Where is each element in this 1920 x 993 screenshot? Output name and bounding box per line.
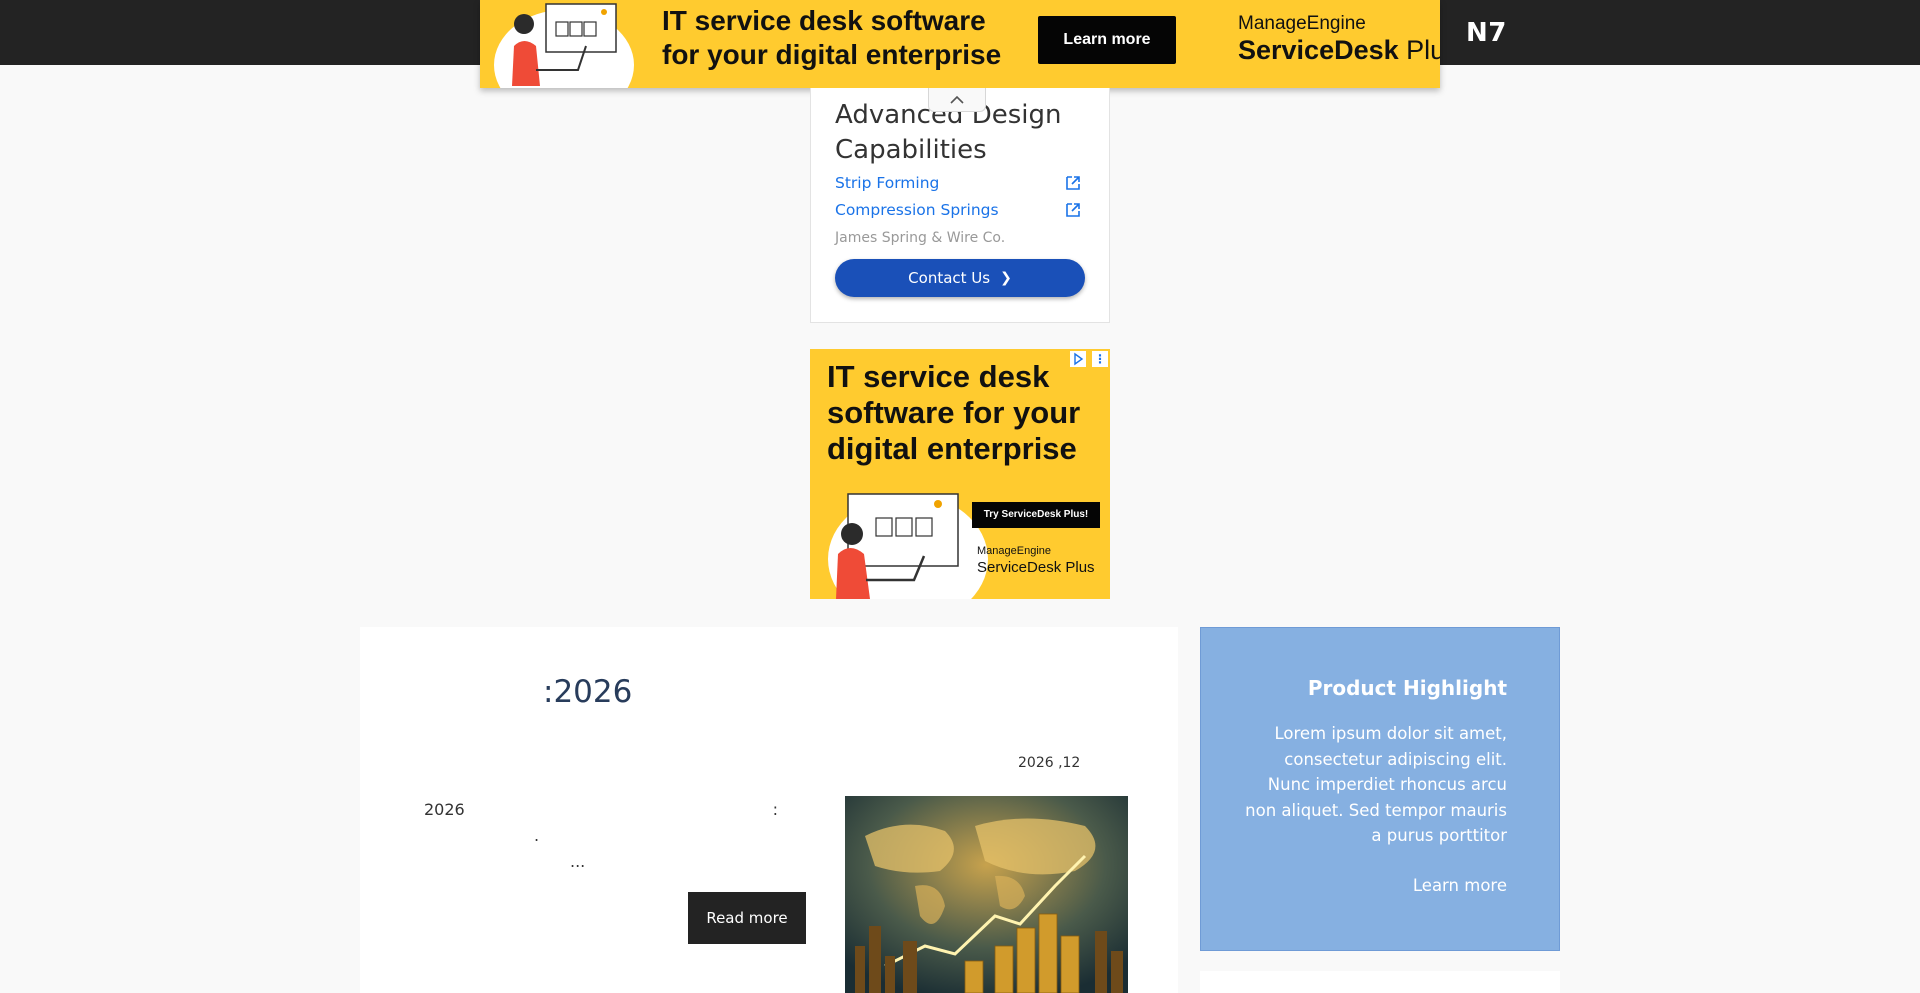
article-date: 2026 ,12 <box>1018 755 1081 771</box>
side-ad-headline-line2: software for your <box>827 395 1081 430</box>
site-logo[interactable]: N7 <box>1466 18 1507 48</box>
side-ad-headline: IT service desk software for your digita… <box>827 359 1097 467</box>
top-ad-headline-line1: IT service desk software <box>662 5 986 36</box>
top-ad-headline-line2: for your digital enterprise <box>662 39 1002 70</box>
advertiser-link-compression-springs[interactable]: Compression Springs <box>835 199 1081 221</box>
external-link-icon <box>1066 176 1080 190</box>
side-ad-brand: ManageEngine ServiceDesk Plus <box>977 545 1095 578</box>
top-ad-brand-name: ServiceDesk Plus <box>1238 34 1440 66</box>
excerpt-period: . <box>534 826 540 845</box>
gold-world-map-image <box>845 796 1128 993</box>
contact-us-button[interactable]: Contact Us ❯ <box>835 259 1085 297</box>
external-link-icon <box>1066 203 1080 217</box>
top-ad-brand: ManageEngine ServiceDesk Plus <box>1238 14 1440 66</box>
chevron-right-icon: ❯ <box>1000 270 1012 286</box>
read-more-button[interactable]: Read more <box>688 892 806 944</box>
side-ad-brand-bottom: ServiceDesk Plus <box>977 559 1095 576</box>
top-ad-brand-top: ManageEngine <box>1238 13 1366 34</box>
advertiser-card: Advanced Design Capabilities Strip Formi… <box>810 88 1110 323</box>
top-banner-ad[interactable]: IT service desk software for your digita… <box>480 0 1440 88</box>
next-sidebar-widget <box>1200 971 1560 993</box>
product-highlight-learn-more-link[interactable]: Learn more <box>1413 876 1507 895</box>
collapse-ad-tab[interactable] <box>928 88 986 112</box>
advertiser-link-label: Compression Springs <box>835 201 999 219</box>
excerpt-year: 2026 <box>424 800 465 819</box>
excerpt-ellipsis: ... <box>570 852 586 871</box>
product-highlight-body: Lorem ipsum dolor sit amet, consectetur … <box>1245 724 1507 845</box>
side-display-ad[interactable]: ⋮ IT service desk software for your digi… <box>810 349 1110 599</box>
article-excerpt: 2026: . ... <box>424 797 778 875</box>
top-ad-learn-more-button[interactable]: Learn more <box>1038 16 1176 64</box>
article-title[interactable]: :2026 <box>543 674 632 710</box>
side-ad-headline-line3: digital enterprise <box>827 431 1077 466</box>
excerpt-colon: : <box>772 800 778 819</box>
article-image[interactable] <box>845 796 1128 993</box>
top-ad-brand-rest: Plus <box>1406 35 1440 65</box>
top-ad-brand-bold: ServiceDesk <box>1238 35 1399 65</box>
article-card: :2026 2026 ,12 2026: . ... Read more <box>360 627 1178 993</box>
support-agent-illustration-icon <box>512 3 617 86</box>
side-ad-headline-line1: IT service desk <box>827 359 1050 394</box>
product-highlight-panel: Product Highlight Lorem ipsum dolor sit … <box>1200 627 1560 951</box>
chevron-up-icon <box>950 95 964 104</box>
advertiser-link-strip-forming[interactable]: Strip Forming <box>835 172 1081 194</box>
advertiser-link-label: Strip Forming <box>835 174 940 192</box>
contact-us-label: Contact Us <box>908 269 991 287</box>
try-servicedesk-button[interactable]: Try ServiceDesk Plus! <box>972 502 1100 528</box>
advertiser-company-name: James Spring & Wire Co. <box>835 230 1006 246</box>
side-ad-brand-top: ManageEngine <box>977 545 1052 557</box>
product-highlight-title: Product Highlight <box>1307 676 1507 700</box>
support-agent-illustration-icon <box>836 493 959 599</box>
top-ad-headline: IT service desk software for your digita… <box>662 4 1001 72</box>
